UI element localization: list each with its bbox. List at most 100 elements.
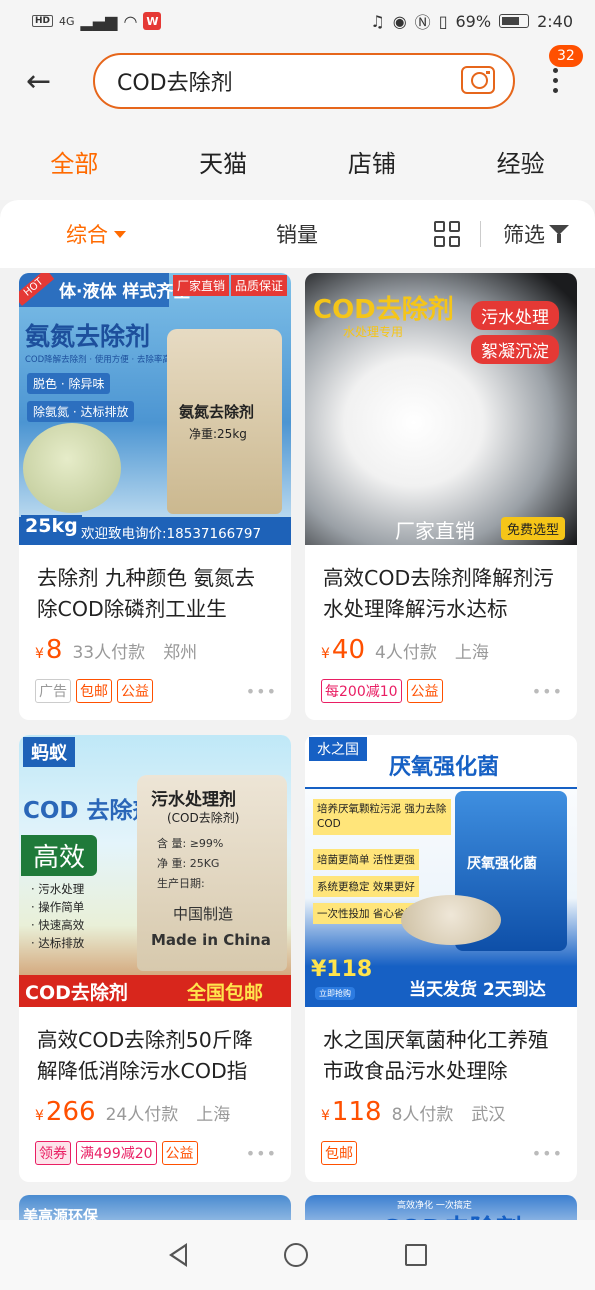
free-shipping-tag: 包邮	[76, 679, 112, 703]
nav-recent-square-icon[interactable]	[404, 1244, 427, 1266]
image-footer-1: 厂家直销	[395, 519, 475, 543]
more-dots-icon[interactable]: •••	[532, 682, 563, 701]
charity-tag: 公益	[161, 1141, 198, 1165]
funnel-icon	[549, 224, 569, 244]
point-3: 系统更稳定 效果更好	[313, 876, 419, 897]
hd-icon: HD	[32, 15, 54, 27]
sort-comprehensive[interactable]: 综合	[66, 219, 126, 249]
discount-tag: 每200减10	[321, 679, 402, 703]
product-card[interactable]: 体·液体 样式齐全 HOT 厂家直销 品质保证 氨氮去除剂 COD降解去除剂 ·…	[19, 273, 291, 720]
nav-home-circle-icon[interactable]	[283, 1243, 308, 1267]
tab-tmall[interactable]: 天猫	[199, 144, 247, 179]
free-shipping-tag: 包邮	[321, 1141, 357, 1165]
more-dots-icon[interactable]: •••	[246, 682, 277, 701]
message-count-badge: 32	[549, 45, 583, 67]
search-input[interactable]	[117, 68, 437, 94]
pack-title: 厌氧强化菌	[467, 856, 537, 872]
product-card[interactable]: 水之国 厌氧强化菌 培养厌氧颗粒污泥 强力去除COD 培菌更简单 活性更强 系统…	[305, 735, 577, 1182]
image-footer-1: COD去除剂	[25, 982, 128, 1004]
image-footer: 当天发货 2天到达	[409, 980, 546, 1000]
battery-icon	[499, 14, 530, 28]
sort-comprehensive-label: 综合	[66, 223, 108, 247]
product-title[interactable]: 水之国厌氧菌种化工养殖市政食品污水处理除	[305, 1007, 577, 1091]
image-chip-2: 絮凝沉淀	[471, 335, 559, 364]
filter-button[interactable]: 筛选	[503, 219, 569, 249]
ad-tag: 广告	[35, 679, 71, 703]
sold-count: 24人付款	[105, 1105, 179, 1125]
bag-line-1: 含 量: ≥99%	[157, 837, 224, 850]
bag-line-5: Made in China	[151, 931, 271, 949]
product-card[interactable]: 高效净化 一次搞定 COD去除剂	[305, 1195, 577, 1220]
brand-label: 水之国	[309, 737, 367, 761]
product-price: 40	[331, 635, 366, 665]
location: 郑州	[163, 643, 198, 663]
currency-symbol: ¥	[35, 1108, 44, 1124]
sold-count: 8人付款	[391, 1105, 454, 1125]
nav-back-triangle-icon[interactable]	[168, 1243, 187, 1267]
image-footer: 欢迎致电询价:18537166797	[81, 526, 262, 542]
product-image[interactable]: 蚂蚁 COD 去除剂 高效 · 污水处理 · 操作简单 · 快速高效 · 达标排…	[19, 735, 291, 1007]
bag-title: 污水处理剂	[151, 790, 236, 810]
headset-icon: ♫	[370, 11, 385, 31]
tab-shops[interactable]: 店铺	[348, 144, 396, 179]
image-sub: COD降解去除剂 · 使用方便 · 去除率高	[25, 355, 171, 365]
tag-row: 每200减10 公益 •••	[305, 665, 577, 703]
currency-symbol: ¥	[35, 646, 44, 662]
more-dots-icon[interactable]: •••	[246, 1144, 277, 1163]
currency-symbol: ¥	[321, 1108, 330, 1124]
discount-tag: 满499减20	[76, 1141, 157, 1165]
caret-down-icon	[114, 230, 126, 238]
location: 武汉	[471, 1105, 506, 1125]
clock: 2:40	[537, 11, 573, 31]
sort-sales[interactable]: 销量	[276, 219, 318, 249]
price-line: ¥ 118 8人付款 武汉	[305, 1091, 577, 1127]
more-vertical-icon[interactable]	[545, 68, 565, 108]
product-image[interactable]: 美高源环保	[19, 1195, 291, 1220]
coupon-tag: 领券	[35, 1141, 71, 1165]
bag-weight: 净重:25kg	[189, 427, 247, 441]
product-title[interactable]: 高效COD去除剂降解剂污水处理降解污水达标	[305, 545, 577, 629]
product-card[interactable]: COD去除剂 水处理专用 污水处理 絮凝沉淀 厂家直销 免费选型 高效COD去除…	[305, 273, 577, 720]
tab-all[interactable]: 全部	[50, 144, 98, 179]
vibrate-icon: ▯	[438, 11, 448, 31]
search-box[interactable]	[93, 53, 515, 109]
tab-experience[interactable]: 经验	[497, 144, 545, 179]
bullet-2: · 操作简单	[31, 900, 85, 914]
product-image[interactable]: 水之国 厌氧强化菌 培养厌氧颗粒污泥 强力去除COD 培菌更简单 活性更强 系统…	[305, 735, 577, 1007]
product-image[interactable]: 高效净化 一次搞定 COD去除剂	[305, 1195, 577, 1220]
back-arrow-icon[interactable]: ←	[26, 62, 66, 102]
divider	[480, 221, 481, 247]
grid-view-icon[interactable]	[434, 221, 460, 247]
bag-title: 氨氮去除剂	[179, 403, 255, 421]
bag-line-2: 净 重: 25KG	[157, 857, 220, 870]
image-corner-2: 品质保证	[231, 275, 288, 296]
battery-percent: 69%	[455, 11, 492, 31]
product-card[interactable]: 蚂蚁 COD 去除剂 高效 · 污水处理 · 操作简单 · 快速高效 · 达标排…	[19, 735, 291, 1182]
product-title[interactable]: 去除剂 九种颜色 氨氮去除COD除磷剂工业生	[19, 545, 291, 629]
weight-badge: 25kg	[21, 515, 82, 537]
image-headline: 美高源环保	[23, 1207, 99, 1220]
image-corner-1: 厂家直销	[173, 275, 230, 296]
wifi-icon: ◠	[123, 11, 138, 31]
signal-icon: ▂▄▆	[80, 11, 118, 31]
price-line: ¥ 266 24人付款 上海	[19, 1091, 291, 1127]
product-title[interactable]: 高效COD去除剂50斤降解降低消除污水COD指	[19, 1007, 291, 1091]
product-card[interactable]: 美高源环保	[19, 1195, 291, 1220]
image-headline: COD去除剂	[381, 1209, 522, 1220]
tag-row: 包邮 •••	[305, 1127, 577, 1165]
more-dots-icon[interactable]: •••	[532, 1144, 563, 1163]
camera-icon[interactable]	[461, 66, 495, 94]
image-chip-1: 脱色 · 除异味	[27, 373, 111, 394]
sold-count: 33人付款	[72, 643, 146, 663]
currency-symbol: ¥	[321, 646, 330, 662]
price-badge-sub: 立即抢购	[315, 987, 355, 1000]
bullet-3: · 快速高效	[31, 918, 85, 932]
product-image[interactable]: 体·液体 样式齐全 HOT 厂家直销 品质保证 氨氮去除剂 COD降解去除剂 ·…	[19, 273, 291, 545]
product-price: 266	[45, 1097, 96, 1127]
product-image[interactable]: COD去除剂 水处理专用 污水处理 絮凝沉淀 厂家直销 免费选型	[305, 273, 577, 545]
eye-icon: ◉	[392, 11, 407, 31]
status-bar: HD 4G ▂▄▆ ◠ W ♫ ◉ Ⓝ ▯ 69% 2:40	[0, 0, 595, 42]
results-area: 综合 销量 筛选 体·液体 样式齐全 HOT 厂家直销 品质保证 氨氮去除剂 C…	[0, 200, 595, 1220]
bullet-4: · 达标排放	[31, 936, 85, 950]
image-headline: 氨氮去除剂	[25, 322, 151, 351]
